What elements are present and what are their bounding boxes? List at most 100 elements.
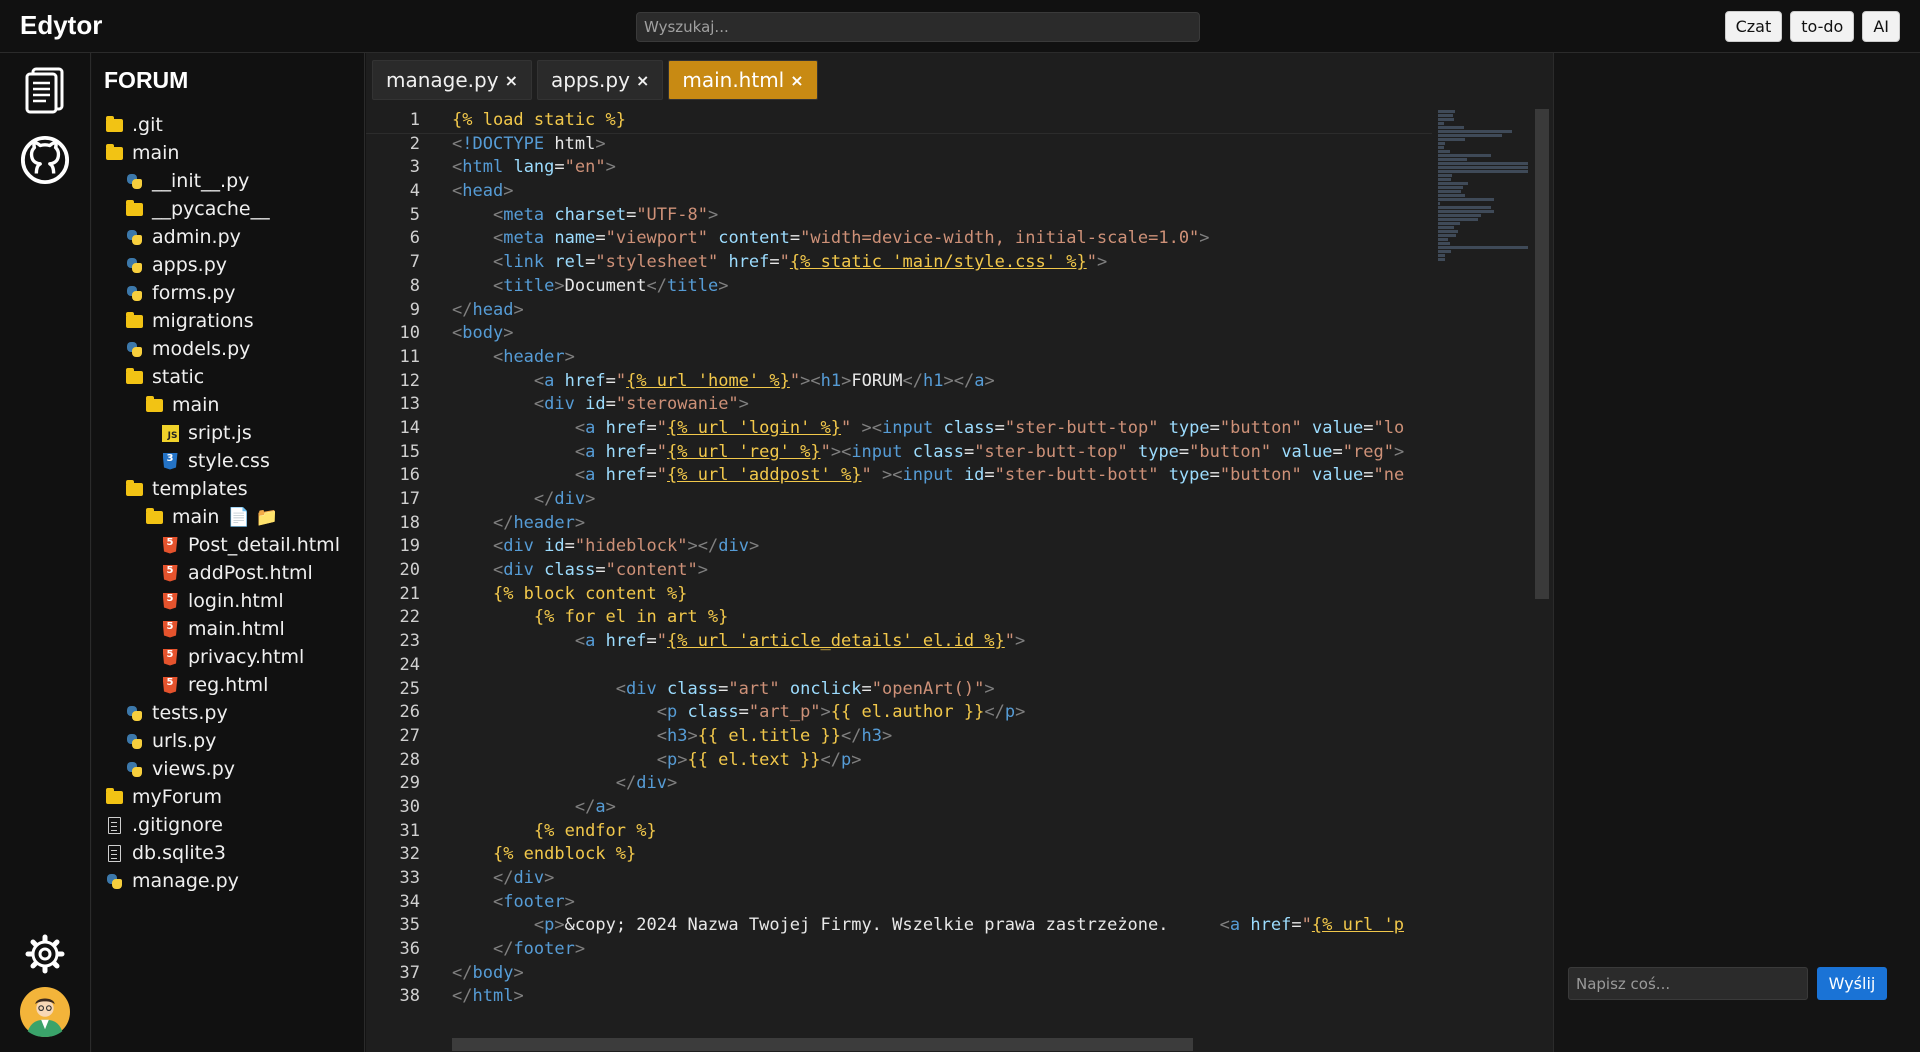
code-line[interactable]: 36 </footer> [366,938,1432,962]
tree-folder[interactable]: main [92,139,364,167]
code-line[interactable]: 22 {% for el in art %} [366,606,1432,630]
code-line[interactable]: 38 </html> [366,985,1432,1009]
line-number: 37 [399,962,420,983]
code-line[interactable]: 8 <title>Document</title> [366,275,1432,299]
code-line[interactable]: 17 </div> [366,488,1432,512]
tree-file[interactable]: 5 privacy.html [92,643,364,671]
code-line[interactable]: 26 <p class="art_p">{{ el.author }}</p> [366,701,1432,725]
tree-file[interactable]: admin.py [92,223,364,251]
code-text: </div> [615,773,678,794]
tree-file[interactable]: JS sript.js [92,419,364,447]
minimap[interactable] [1432,109,1534,939]
horizontal-scrollbar[interactable] [452,1038,1193,1051]
code-line[interactable]: 19 <div id="hideblock"></div> [366,535,1432,559]
tree-file[interactable]: 5 Post_detail.html [92,531,364,559]
code-line[interactable]: 25 <div class="art" onclick="openArt()"> [366,678,1432,702]
tree-file[interactable]: forms.py [92,279,364,307]
editor-tab[interactable]: manage.py × [372,60,532,100]
tree-folder[interactable]: main [92,391,364,419]
code-line[interactable]: 13 <div id="sterowanie"> [366,393,1432,417]
code-text: </head> [452,299,524,320]
tree-file[interactable]: 5 main.html [92,615,364,643]
code-line[interactable]: 16 <a href="{% url 'addpost' %}" ><input… [366,464,1432,488]
code-line[interactable]: 11 <header> [366,346,1432,370]
tree-file[interactable]: urls.py [92,727,364,755]
code-line[interactable]: 35 <p>&copy; 2024 Nazwa Twojej Firmy. Ws… [366,914,1432,938]
code-line[interactable]: 23 <a href="{% url 'article_details' el.… [366,630,1432,654]
tree-file[interactable]: 3 style.css [92,447,364,475]
code-line[interactable]: 29 </div> [366,772,1432,796]
code-line[interactable]: 1 {% load static %} [366,109,1432,134]
tree-file[interactable]: .gitignore [92,811,364,839]
code-line[interactable]: 9 </head> [366,299,1432,323]
code-line[interactable]: 34 <footer> [366,891,1432,915]
line-number: 16 [399,465,420,486]
code-line[interactable]: 15 <a href="{% url 'reg' %}"><input clas… [366,441,1432,465]
tree-folder[interactable]: myForum [92,783,364,811]
code-line[interactable]: 21 {% block content %} [366,583,1432,607]
line-number: 32 [399,844,420,865]
tree-file[interactable]: 5 addPost.html [92,559,364,587]
code-line[interactable]: 3 <html lang="en"> [366,156,1432,180]
tree-file[interactable]: 5 reg.html [92,671,364,699]
tree-folder[interactable]: .git [92,111,364,139]
avatar[interactable] [20,987,70,1037]
editor-tab[interactable]: main.html × [668,60,818,100]
tree-folder[interactable]: main 📄 📁 [92,503,364,531]
chat-message-input[interactable] [1568,967,1808,1000]
code-line[interactable]: 32 {% endblock %} [366,843,1432,867]
code-line[interactable]: 31 {% endfor %} [366,820,1432,844]
tree-folder[interactable]: static [92,363,364,391]
code-line[interactable]: 4 <head> [366,180,1432,204]
code-area[interactable]: 1 {% load static %} 2 <!DOCTYPE html> 3 <html… [366,109,1432,1009]
python-icon [124,732,144,750]
new-file-folder-icons[interactable]: 📄 📁 [227,507,278,528]
close-icon[interactable]: × [505,71,518,90]
ai-button[interactable]: AI [1862,11,1900,42]
code-line[interactable]: 18 </header> [366,512,1432,536]
tree-file[interactable]: tests.py [92,699,364,727]
tree-file[interactable]: __init__.py [92,167,364,195]
chat-panel: Wyślij [1555,53,1920,1052]
code-line[interactable]: 20 <div class="content"> [366,559,1432,583]
close-icon[interactable]: × [790,71,803,90]
todo-button[interactable]: to-do [1790,11,1855,42]
html-icon: 5 [160,536,180,554]
tree-folder[interactable]: migrations [92,307,364,335]
tree-file[interactable]: db.sqlite3 [92,839,364,867]
code-line[interactable]: 37 </body> [366,962,1432,986]
code-line[interactable]: 14 <a href="{% url 'login' %}" ><input c… [366,417,1432,441]
tree-file[interactable]: apps.py [92,251,364,279]
tree-item-label: main.html [188,618,285,640]
code-text: <meta name="viewport" content="width=dev… [492,228,1210,249]
tree-file[interactable]: 5 login.html [92,587,364,615]
editor-tab[interactable]: apps.py × [536,60,664,100]
minimap-line [1438,214,1481,217]
document-icon[interactable] [20,65,70,115]
tree-file[interactable]: views.py [92,755,364,783]
close-icon[interactable]: × [636,71,649,90]
vertical-scrollbar[interactable] [1535,109,1549,599]
gear-icon[interactable] [20,929,70,979]
code-line[interactable]: 7 <link rel="stylesheet" href="{% static… [366,251,1432,275]
code-line[interactable]: 6 <meta name="viewport" content="width=d… [366,227,1432,251]
search-input[interactable] [636,12,1200,42]
code-line[interactable]: 2 <!DOCTYPE html> [366,133,1432,157]
chat-button[interactable]: Czat [1724,11,1783,42]
send-button[interactable]: Wyślij [1817,967,1887,1000]
tree-folder[interactable]: templates [92,475,364,503]
github-icon[interactable] [20,135,70,185]
tree-file[interactable]: models.py [92,335,364,363]
code-line[interactable]: 33 </div> [366,867,1432,891]
code-text: <p>&copy; 2024 Nazwa Twojej Firmy. Wszel… [533,915,1404,936]
code-line[interactable]: 10 <body> [366,322,1432,346]
code-line[interactable]: 28 <p>{{ el.text }}</p> [366,749,1432,773]
code-line[interactable]: 27 <h3>{{ el.title }}</h3> [366,725,1432,749]
code-line[interactable]: 30 </a> [366,796,1432,820]
code-line[interactable]: 24 [366,654,1432,678]
tree-item-label: .git [132,114,163,136]
code-line[interactable]: 12 <a href="{% url 'home' %}"><h1>FORUM<… [366,370,1432,394]
tree-file[interactable]: manage.py [92,867,364,895]
code-line[interactable]: 5 <meta charset="UTF-8"> [366,204,1432,228]
tree-folder[interactable]: __pycache__ [92,195,364,223]
